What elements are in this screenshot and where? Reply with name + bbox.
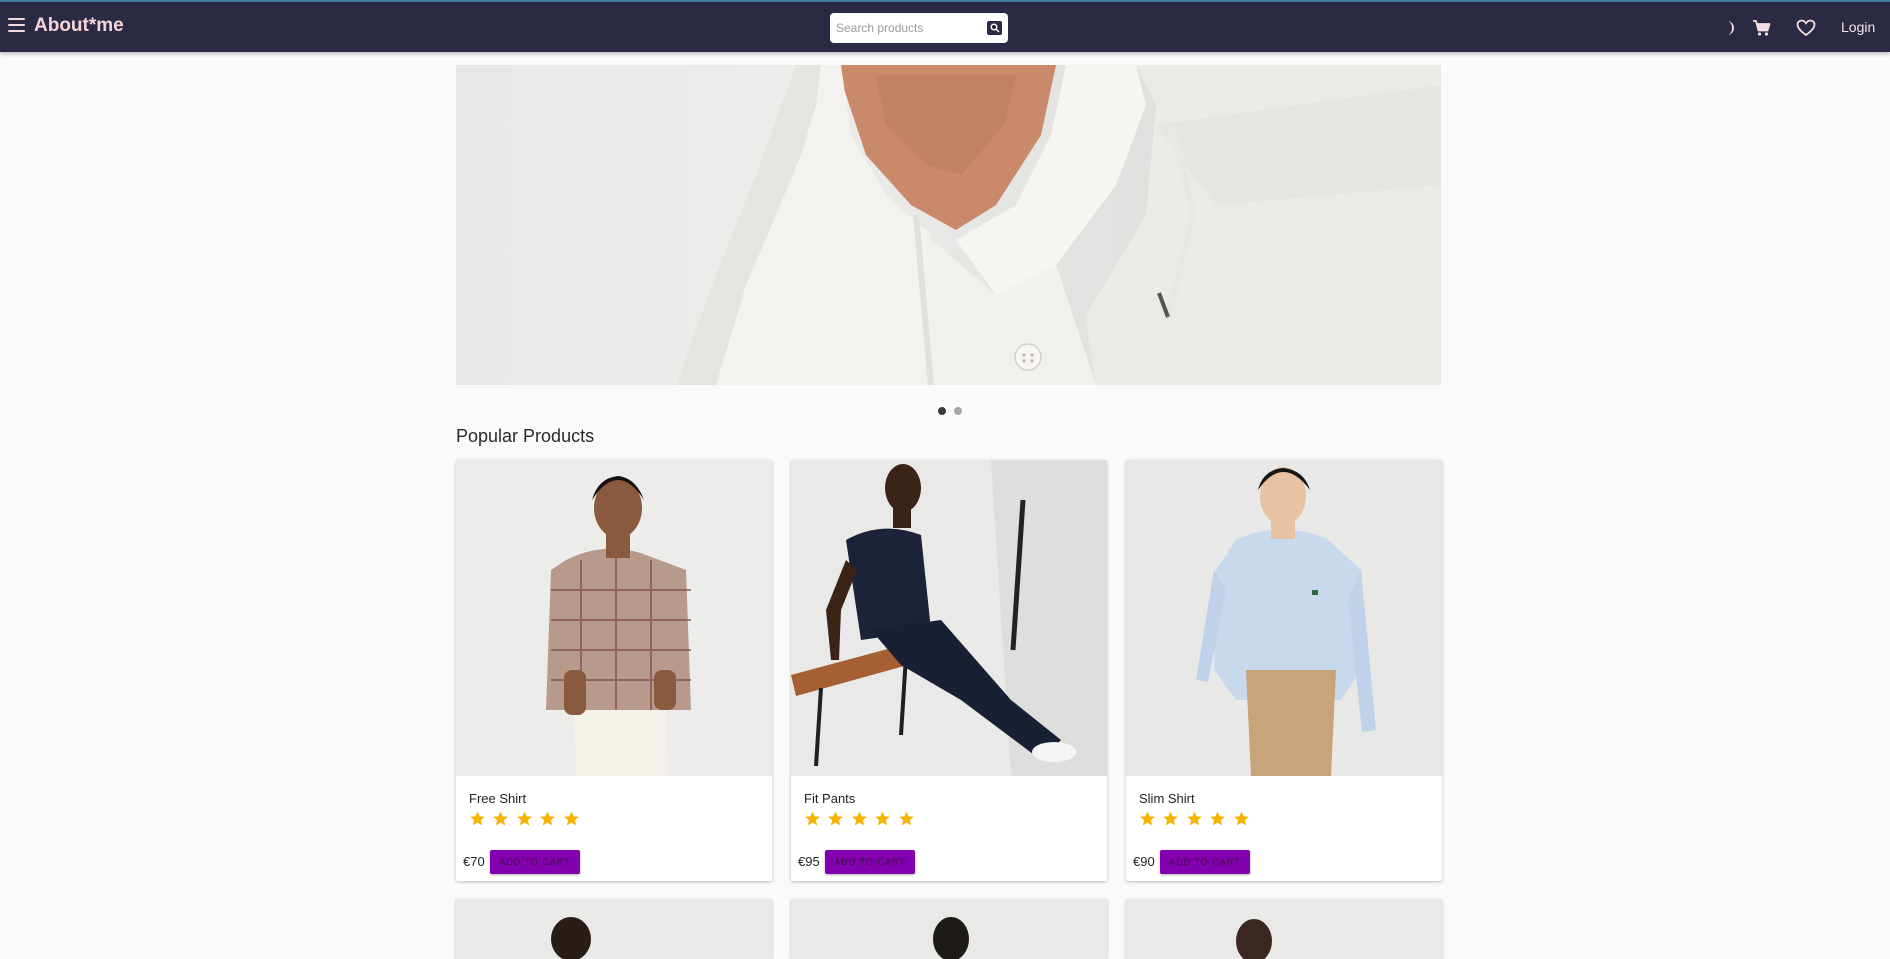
carousel-indicators xyxy=(938,402,966,420)
dark-mode-icon[interactable] xyxy=(1718,18,1738,38)
product-photo xyxy=(791,460,1107,776)
star-icon xyxy=(470,811,485,826)
product-card-partial[interactable] xyxy=(1126,899,1442,959)
heart-icon[interactable] xyxy=(1796,18,1816,38)
star-icon xyxy=(493,811,509,826)
product-price: €95 xyxy=(798,854,820,869)
menu-icon[interactable] xyxy=(8,18,25,34)
product-photo xyxy=(551,917,591,959)
product-card: Fit Pants €95 ADD TO CART xyxy=(791,460,1107,881)
product-card-partial[interactable] xyxy=(791,899,1107,959)
product-image[interactable] xyxy=(456,460,772,776)
product-price: €70 xyxy=(463,854,485,869)
carousel-dot-1[interactable] xyxy=(938,407,946,415)
brand-logo[interactable]: About*me xyxy=(34,15,124,37)
product-name[interactable]: Slim Shirt xyxy=(1139,791,1195,806)
star-icon xyxy=(516,811,532,826)
star-icon xyxy=(1186,811,1202,826)
add-to-cart-button[interactable]: ADD TO CART xyxy=(825,850,915,874)
product-card: Free Shirt €70 ADD TO CART xyxy=(456,460,772,881)
star-icon xyxy=(875,811,891,826)
product-name[interactable]: Free Shirt xyxy=(469,791,526,806)
product-rating xyxy=(1139,810,1252,832)
star-icon xyxy=(563,811,579,826)
search-input[interactable] xyxy=(836,19,976,37)
product-rating xyxy=(469,810,582,832)
product-price: €90 xyxy=(1133,854,1155,869)
product-name[interactable]: Fit Pants xyxy=(804,791,855,806)
product-image[interactable] xyxy=(1126,460,1442,776)
product-photo xyxy=(1126,460,1442,776)
hero-image xyxy=(676,65,1441,385)
search-box xyxy=(830,13,1008,43)
cart-icon[interactable] xyxy=(1752,18,1772,38)
star-icon xyxy=(540,811,556,826)
star-icon xyxy=(851,811,867,826)
search-button[interactable] xyxy=(987,21,1002,35)
star-icon xyxy=(1140,811,1155,826)
star-icon xyxy=(1163,811,1179,826)
star-icon xyxy=(805,811,820,826)
product-rating xyxy=(804,810,917,832)
top-app-bar: About*me Login xyxy=(0,0,1890,52)
product-photo xyxy=(933,917,969,959)
search-icon xyxy=(990,23,1000,33)
section-title: Popular Products xyxy=(456,426,595,446)
star-icon xyxy=(828,811,844,826)
product-image[interactable] xyxy=(791,460,1107,776)
add-to-cart-button[interactable]: ADD TO CART xyxy=(490,850,580,874)
star-icon xyxy=(898,811,914,826)
product-photo xyxy=(1236,919,1272,959)
product-card-partial[interactable] xyxy=(456,899,772,959)
login-link[interactable]: Login xyxy=(1841,19,1875,35)
star-icon xyxy=(1210,811,1226,826)
product-card: Slim Shirt €90 ADD TO CART xyxy=(1126,460,1442,881)
add-to-cart-button[interactable]: ADD TO CART xyxy=(1160,850,1250,874)
carousel-dot-2[interactable] xyxy=(954,407,963,415)
product-photo xyxy=(456,460,772,776)
hero-banner[interactable] xyxy=(456,65,1441,385)
star-icon xyxy=(1233,811,1249,826)
